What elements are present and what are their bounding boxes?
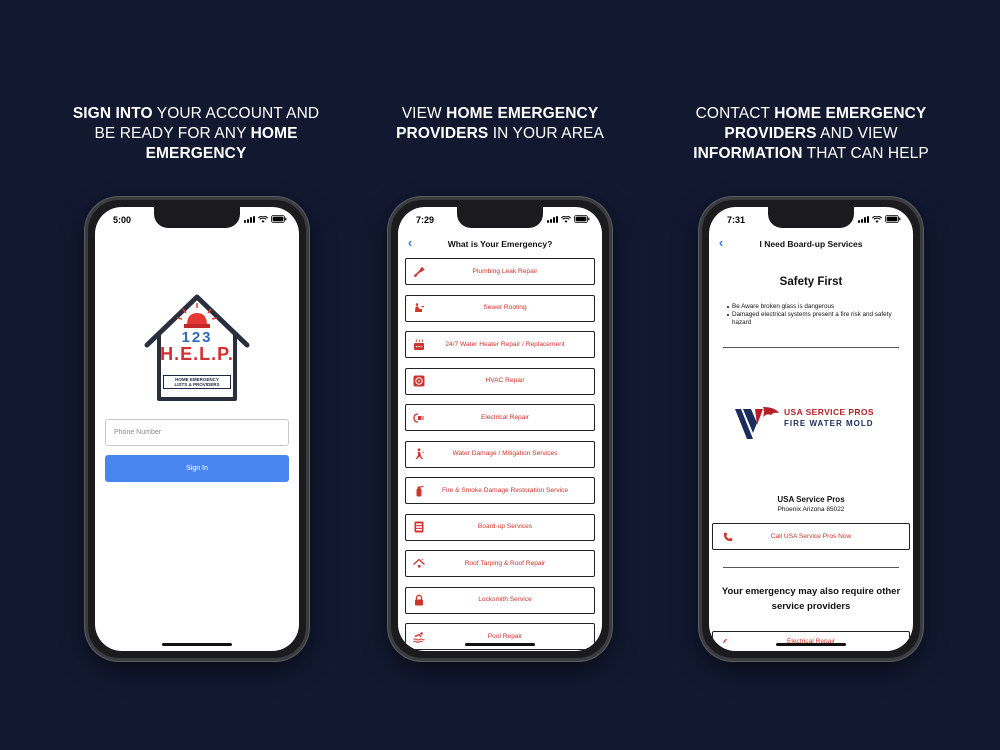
- emergency-item-fire-smoke[interactable]: Fire & Smoke Damage Restoration Service: [405, 477, 595, 504]
- battery-icon: [271, 215, 287, 223]
- emergency-item-label: Roof Tarping & Roof Repair: [464, 559, 546, 567]
- emergency-list-screen: 7:29 ‹ What is Your Emergency? Plumbing …: [398, 207, 602, 651]
- phone-number-input[interactable]: [105, 419, 289, 446]
- status-icons: [858, 215, 901, 223]
- provider-name: USA Service Pros: [777, 495, 845, 504]
- safety-title: Safety First: [779, 276, 843, 288]
- page-title: I Need Board-up Services: [759, 239, 863, 249]
- sign-in-screen: 5:00 123 H.E.L.P. HOME EMERGENCY LISTS &…: [95, 207, 299, 651]
- emergency-item-label: Sewer Rooting: [483, 304, 527, 311]
- provider-location: Phoenix Arizona 85022: [777, 506, 845, 513]
- caption-text: CONTACT: [695, 105, 775, 122]
- caption-bold: SIGN INTO: [72, 105, 153, 122]
- emergency-item-water-heater[interactable]: 24/7 Water Heater Repair / Replacement: [405, 331, 595, 358]
- emergency-item-sewer[interactable]: Sewer Rooting: [405, 294, 595, 322]
- related-service-electrical[interactable]: Electrical Repair: [712, 631, 910, 651]
- status-icons: [244, 215, 287, 223]
- emergency-item-plumbing[interactable]: Plumbing Leak Repair: [405, 258, 595, 285]
- wifi-icon: [258, 215, 268, 223]
- water-heater-icon: [414, 338, 424, 350]
- notch: [154, 207, 240, 228]
- phone-icon: [723, 532, 733, 542]
- notch: [768, 207, 854, 228]
- board-up-icon: [414, 521, 424, 533]
- hvac-icon: [413, 375, 425, 387]
- caption-text: IN YOUR AREA: [488, 125, 604, 142]
- signal-icon: [547, 215, 558, 223]
- home-indicator[interactable]: [465, 643, 535, 646]
- safety-tip: Damaged electrical systems present a fir…: [727, 311, 905, 327]
- status-icons: [547, 215, 590, 223]
- wrench-icon: [414, 266, 425, 277]
- emergency-item-locksmith[interactable]: Locksmith Service: [405, 586, 595, 614]
- emergency-item-board-up[interactable]: Board-up Services: [405, 513, 595, 541]
- pool-icon: [413, 631, 425, 643]
- water-damage-icon: [415, 448, 424, 459]
- logo-tagline-line: LISTS & PROVIDERS: [174, 382, 220, 387]
- roof-icon: [413, 558, 425, 567]
- status-time: 7:31: [727, 215, 746, 225]
- emergency-item-label: 24/7 Water Heater Repair / Replacement: [445, 340, 565, 348]
- call-button-label: Call USA Service Pros Now: [770, 533, 852, 540]
- wifi-icon: [561, 215, 571, 223]
- sewer-icon: [415, 303, 424, 312]
- related-services-title: Your emergency may also require other se…: [721, 586, 901, 612]
- phone-emergency-list: 7:29 ‹ What is Your Emergency? Plumbing …: [388, 197, 612, 661]
- emergency-item-water-damage[interactable]: Water Damage / Mitigation Services: [405, 440, 595, 468]
- sign-in-button[interactable]: Sign In: [105, 455, 289, 482]
- provider-logo-subtitle: FIRE WATER MOLD: [784, 419, 874, 428]
- provider-detail-screen: 7:31 ‹ I Need Board-up Services Safety F…: [709, 207, 913, 651]
- home-indicator[interactable]: [162, 643, 232, 646]
- lock-icon: [415, 594, 423, 606]
- caption-contact-providers: CONTACT HOME EMERGENCY PROVIDERS AND VIE…: [681, 104, 941, 164]
- notch: [457, 207, 543, 228]
- caption-text: THAT CAN HELP: [802, 145, 929, 162]
- provider-logo-name: USA SERVICE PROS: [784, 407, 875, 417]
- plug-icon: [413, 412, 424, 423]
- wifi-icon: [872, 215, 882, 223]
- emergency-item-label: Electrical Repair: [480, 413, 529, 421]
- signal-icon: [858, 215, 869, 223]
- safety-tips-list: Be Aware broken glass is dangerous Damag…: [727, 303, 905, 327]
- caption-bold: INFORMATION: [693, 145, 803, 162]
- phone-provider-detail: 7:31 ‹ I Need Board-up Services Safety F…: [699, 197, 923, 661]
- emergency-item-hvac[interactable]: HVAC Repair: [405, 367, 595, 395]
- emergency-item-label: Water Damage / Mitigation Services: [452, 450, 558, 457]
- emergency-item-electrical[interactable]: Electrical Repair: [405, 404, 595, 431]
- app-logo: 123 H.E.L.P. HOME EMERGENCY LISTS & PROV…: [141, 289, 253, 401]
- signal-icon: [244, 215, 255, 223]
- caption-text: AND VIEW: [816, 125, 898, 142]
- emergency-item-label: HVAC Repair: [485, 377, 525, 384]
- caption-view-providers: VIEW HOME EMERGENCY PROVIDERS IN YOUR AR…: [370, 104, 630, 144]
- emergency-list: Plumbing Leak Repair Sewer Rooting 24/7 …: [405, 258, 595, 651]
- call-provider-button[interactable]: Call USA Service Pros Now: [712, 523, 910, 550]
- emergency-item-label: Plumbing Leak Repair: [472, 267, 538, 275]
- safety-tip: Be Aware broken glass is dangerous: [727, 303, 905, 311]
- back-chevron-icon[interactable]: ‹: [716, 236, 726, 251]
- page-title: What is Your Emergency?: [447, 239, 553, 249]
- divider: [723, 567, 899, 568]
- logo-name: H.E.L.P.: [160, 344, 234, 364]
- nav-header: ‹ I Need Board-up Services: [709, 236, 913, 253]
- emergency-item-roof[interactable]: Roof Tarping & Roof Repair: [405, 550, 595, 577]
- status-time: 5:00: [113, 215, 132, 225]
- phone-sign-in: 5:00 123 H.E.L.P. HOME EMERGENCY LISTS &…: [85, 197, 309, 661]
- emergency-item-label: Board-up Services: [477, 523, 533, 530]
- nav-header: ‹ What is Your Emergency?: [398, 236, 602, 253]
- emergency-item-label: Locksmith Service: [478, 596, 532, 603]
- caption-sign-in: SIGN INTO YOUR ACCOUNT AND BE READY FOR …: [66, 104, 326, 164]
- emergency-item-label: Pool Repair: [487, 632, 523, 640]
- battery-icon: [574, 215, 590, 223]
- usa-service-pros-logo-icon: [735, 407, 779, 439]
- emergency-item-label: Fire & Smoke Damage Restoration Service: [441, 486, 569, 494]
- caption-text: VIEW: [401, 105, 447, 122]
- divider: [723, 347, 899, 348]
- battery-icon: [885, 215, 901, 223]
- home-indicator[interactable]: [776, 643, 846, 646]
- status-time: 7:29: [416, 215, 435, 225]
- logo-tagline: HOME EMERGENCY LISTS & PROVIDERS: [163, 375, 231, 389]
- back-chevron-icon[interactable]: ‹: [405, 236, 415, 251]
- fire-extinguisher-icon: [416, 485, 424, 496]
